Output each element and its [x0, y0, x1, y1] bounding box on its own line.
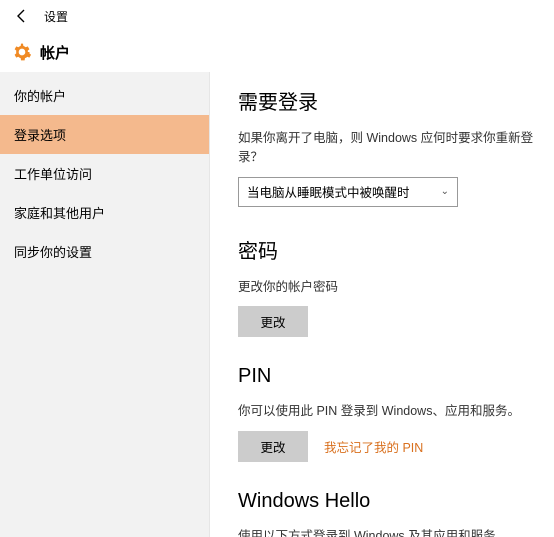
- select-value: 当电脑从睡眠模式中被唤醒时: [247, 182, 410, 201]
- gear-icon: [12, 42, 32, 62]
- pin-description: 你可以使用此 PIN 登录到 Windows、应用和服务。: [238, 402, 534, 421]
- sidebar-item-signin-options[interactable]: 登录选项: [0, 115, 209, 154]
- sidebar-item-label: 登录选项: [14, 128, 66, 143]
- sidebar-item-label: 同步你的设置: [14, 245, 92, 260]
- section-title-signin: 需要登录: [238, 86, 534, 115]
- hello-description: 使用以下方式登录到 Windows 及其应用和服务: [238, 527, 534, 537]
- section-title-hello: Windows Hello: [238, 490, 534, 513]
- back-button[interactable]: [10, 4, 34, 28]
- sidebar-item-label: 家庭和其他用户: [14, 206, 105, 221]
- content-area: 需要登录 如果你离开了电脑，则 Windows 应何时要求你重新登录？ 当电脑从…: [210, 72, 554, 537]
- sidebar: 你的帐户 登录选项 工作单位访问 家庭和其他用户 同步你的设置: [0, 72, 210, 537]
- window-title: 设置: [44, 8, 68, 25]
- signin-description: 如果你离开了电脑，则 Windows 应何时要求你重新登录？: [238, 129, 534, 167]
- section-title-password: 密码: [238, 235, 534, 264]
- password-description: 更改你的帐户密码: [238, 278, 534, 297]
- arrow-left-icon: [14, 8, 30, 24]
- sidebar-item-family-users[interactable]: 家庭和其他用户: [0, 193, 209, 232]
- sidebar-item-your-account[interactable]: 你的帐户: [0, 76, 209, 115]
- sidebar-item-work-access[interactable]: 工作单位访问: [0, 154, 209, 193]
- pin-forgot-link[interactable]: 我忘记了我的 PIN: [324, 437, 423, 456]
- page-title: 帐户: [40, 42, 70, 63]
- chevron-down-icon: ⌄: [441, 186, 449, 197]
- pin-change-button[interactable]: 更改: [238, 431, 308, 462]
- section-title-pin: PIN: [238, 365, 534, 388]
- sidebar-item-sync-settings[interactable]: 同步你的设置: [0, 232, 209, 271]
- sidebar-item-label: 工作单位访问: [14, 167, 92, 182]
- signin-require-select[interactable]: 当电脑从睡眠模式中被唤醒时 ⌄: [238, 177, 458, 207]
- password-change-button[interactable]: 更改: [238, 306, 308, 337]
- sidebar-item-label: 你的帐户: [14, 89, 66, 104]
